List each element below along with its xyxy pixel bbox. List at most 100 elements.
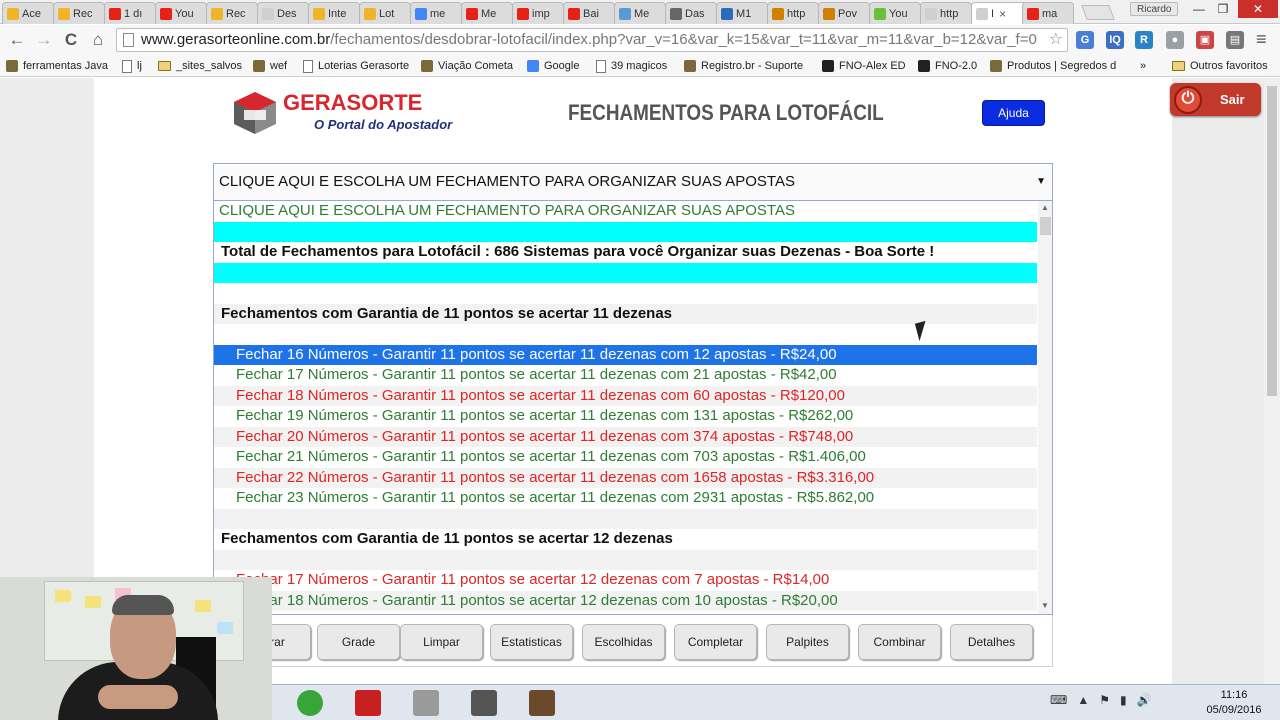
restore-button[interactable]: ❐	[1210, 0, 1236, 18]
browser-tab[interactable]: You	[869, 2, 921, 24]
bookmark-item[interactable]: Google	[527, 58, 579, 74]
profile-button[interactable]: Ricardo	[1130, 2, 1179, 16]
browser-tab[interactable]: imp	[512, 2, 564, 24]
tray-icon[interactable]: 🔊	[1137, 693, 1152, 707]
bookmark-item[interactable]: Produtos | Segredos d	[990, 58, 1116, 74]
other-bookmarks-folder[interactable]: Outros favoritos	[1172, 58, 1268, 74]
browser-tab[interactable]: Des	[257, 2, 309, 24]
extension-icon[interactable]: ●	[1166, 31, 1184, 49]
dropdown-option[interactable]: Fechar 17 Números - Garantir 11 pontos s…	[214, 570, 1037, 591]
dropdown-scrollbar[interactable]: ▲ ▼	[1038, 201, 1052, 614]
tray-icon[interactable]: ▲	[1077, 693, 1089, 707]
browser-tab[interactable]: I ×	[971, 2, 1027, 24]
dropdown-option[interactable]: Fechar 20 Números - Garantir 11 pontos s…	[214, 426, 1037, 447]
filezilla-icon[interactable]	[342, 687, 394, 719]
browser-tab[interactable]: http	[767, 2, 819, 24]
action-button-detalhes[interactable]: Detalhes	[950, 624, 1033, 660]
bookmark-item[interactable]: 39 magicos	[596, 58, 667, 74]
tab-label: 1 dı	[124, 7, 143, 20]
browser-tab[interactable]: 1 dı	[104, 2, 156, 24]
extension-icon[interactable]: G	[1076, 31, 1094, 49]
page-scroll-thumb[interactable]	[1267, 86, 1277, 396]
bookmark-item[interactable]: wef	[253, 58, 287, 74]
tray-icon[interactable]: ⚑	[1099, 693, 1110, 707]
dropdown-option[interactable]: Fechar 23 Números - Garantir 11 pontos s…	[214, 488, 1037, 509]
browser-tab[interactable]: Bai	[563, 2, 615, 24]
dropdown-option[interactable]: Fechar 18 Números - Garantir 11 pontos s…	[214, 385, 1037, 406]
chrome-menu-icon[interactable]: ≡	[1256, 29, 1267, 50]
extension-icon[interactable]: R	[1135, 31, 1153, 49]
browser-tab[interactable]: Ace	[2, 2, 54, 24]
action-button-limpar[interactable]: Limpar	[400, 624, 483, 660]
action-button-grade[interactable]: Grade	[317, 624, 400, 660]
extension-icon[interactable]: IQ	[1106, 31, 1124, 49]
dropdown-scroll-thumb[interactable]	[1040, 217, 1051, 235]
system-clock[interactable]: 11:16 05/09/2016	[1204, 688, 1264, 718]
browser-tab[interactable]: Rec	[206, 2, 258, 24]
browser-tab[interactable]: http	[920, 2, 972, 24]
tool-icon[interactable]	[400, 687, 452, 719]
bookmark-item[interactable]: lj	[122, 58, 142, 74]
dropdown-option[interactable]: Fechar 16 Números - Garantir 11 pontos s…	[214, 344, 1037, 365]
tray-icon[interactable]: ▮	[1120, 693, 1127, 707]
bookmarks-overflow-button[interactable]: »	[1140, 58, 1146, 74]
scroll-down-icon[interactable]: ▼	[1041, 601, 1049, 610]
recorder-icon[interactable]	[516, 687, 568, 719]
action-button-estatisticas[interactable]: Estatisticas	[490, 624, 573, 660]
dropdown-option[interactable]: Fechar 21 Números - Garantir 11 pontos s…	[214, 447, 1037, 468]
browser-tab[interactable]: Pov	[818, 2, 870, 24]
back-button[interactable]: ←	[6, 29, 28, 51]
dropdown-option[interactable]: Fechar 17 Números - Garantir 11 pontos s…	[214, 365, 1037, 386]
new-tab-button[interactable]	[1081, 5, 1115, 20]
page-scrollbar[interactable]	[1264, 78, 1280, 684]
site-header: GERASORTE O Portal do Apostador FECHAMEN…	[0, 78, 1264, 158]
bookmark-item[interactable]: _sites_salvos	[158, 58, 242, 74]
bookmark-item[interactable]: ferramentas Java	[6, 58, 108, 74]
dropdown-option[interactable]: Fechar 22 Números - Garantir 11 pontos s…	[214, 467, 1037, 488]
action-button-combinar[interactable]: Combinar	[858, 624, 941, 660]
tool-icon-glyph	[413, 690, 439, 716]
extension-icon[interactable]: ▤	[1226, 31, 1244, 49]
closing-system-select[interactable]: CLIQUE AQUI E ESCOLHA UM FECHAMENTO PARA…	[213, 163, 1053, 201]
logo-tagline: O Portal do Apostador	[314, 117, 453, 132]
dropdown-option[interactable]: Fechar 19 Números - Garantir 11 pontos s…	[214, 406, 1037, 427]
home-button[interactable]: ⌂	[87, 29, 109, 51]
terminal-icon[interactable]	[458, 687, 510, 719]
close-window-button[interactable]: ✕	[1238, 0, 1278, 18]
browser-tab[interactable]: Lot	[359, 2, 411, 24]
bookmark-item[interactable]: Registro.br - Suporte	[684, 58, 803, 74]
dropdown-option[interactable]: Fechar 18 Números - Garantir 11 pontos s…	[214, 590, 1037, 611]
browser-tab[interactable]: me	[410, 2, 462, 24]
minimize-button[interactable]: —	[1186, 0, 1212, 18]
dropdown-separator	[214, 549, 1037, 570]
browser-tab[interactable]: Das	[665, 2, 717, 24]
extension-icon[interactable]: ▣	[1196, 31, 1214, 49]
address-bar[interactable]: www.gerasorteonline.com.br/fechamentos/d…	[116, 28, 1068, 52]
action-button-palpites[interactable]: Palpites	[766, 624, 849, 660]
browser-tab[interactable]: Me	[461, 2, 513, 24]
action-button-escolhidas[interactable]: Escolhidas	[582, 624, 665, 660]
bookmark-item[interactable]: FNO-2.0	[918, 58, 977, 74]
browser-tab[interactable]: Me	[614, 2, 666, 24]
help-button[interactable]: Ajuda	[982, 100, 1045, 126]
browser-tab[interactable]: ma	[1022, 2, 1074, 24]
reload-button[interactable]: C	[60, 29, 82, 51]
bookmark-item[interactable]: Viação Cometa	[421, 58, 513, 74]
browser-tab[interactable]: You	[155, 2, 207, 24]
bookmark-item[interactable]: Loterias Gerasorte	[303, 58, 409, 74]
logout-button[interactable]: ⏻ Sair	[1170, 83, 1261, 116]
dropdown-group-header: Total de Fechamentos para Lotofácil : 68…	[221, 243, 935, 260]
tab-close-icon[interactable]: ×	[999, 7, 1006, 21]
dropdown-separator[interactable]: CLIQUE AQUI E ESCOLHA UM FECHAMENTO PARA…	[214, 201, 1037, 222]
forward-button[interactable]: →	[33, 29, 55, 51]
browser-tab[interactable]: M1	[716, 2, 768, 24]
browser-tab[interactable]: Rec	[53, 2, 105, 24]
scroll-up-icon[interactable]: ▲	[1041, 203, 1049, 212]
tray-icon[interactable]: ⌨	[1050, 693, 1067, 707]
bookmark-star-icon[interactable]: ☆	[1049, 29, 1063, 51]
action-button-completar[interactable]: Completar	[674, 624, 757, 660]
browser-tab[interactable]: Inte	[308, 2, 360, 24]
dreamweaver-icon[interactable]	[284, 687, 336, 719]
bookmarks-bar: » Outros favoritos ferramentas Java lj _si…	[0, 55, 1280, 77]
bookmark-item[interactable]: FNO-Alex ED	[822, 58, 906, 74]
